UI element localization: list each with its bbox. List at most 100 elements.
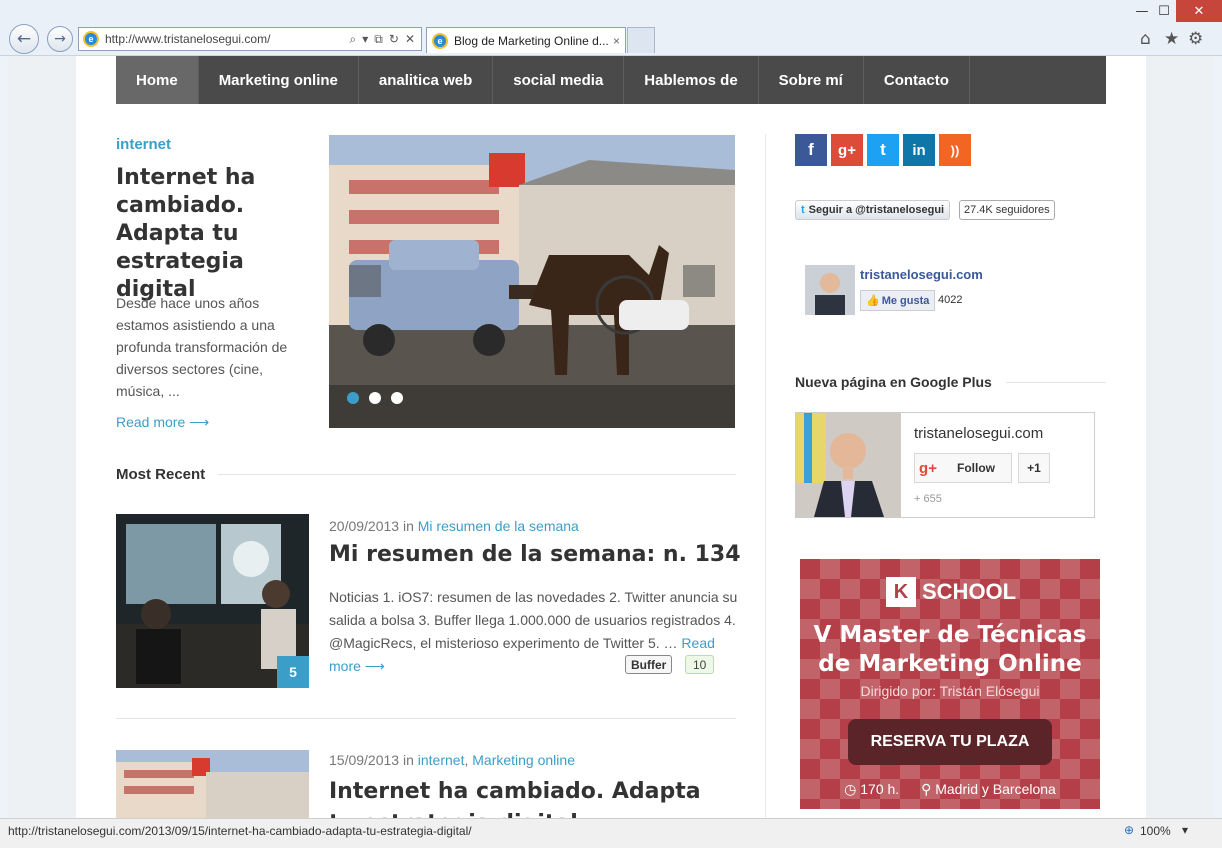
buffer-count: 10 (685, 655, 715, 674)
zoom-dropdown-icon[interactable]: ▾ (1182, 823, 1188, 837)
slider-dot-2[interactable] (369, 392, 381, 404)
post-category-link-2[interactable]: Marketing online (472, 752, 575, 768)
fb-like-button[interactable]: 👍 Me gusta (860, 290, 936, 311)
location-pin-icon: ⚲ (921, 781, 932, 797)
post-category-link[interactable]: internet (418, 752, 465, 768)
zoom-level[interactable]: 100% (1140, 824, 1171, 838)
post-excerpt: Noticias 1. iOS7: resumen de las novedad… (329, 586, 739, 678)
page-content: Home Marketing online analitica web soci… (76, 56, 1146, 818)
tab-favicon-icon: e (432, 32, 448, 49)
post-title[interactable]: Internet ha cambiado. Adapta tu estrateg… (329, 776, 729, 818)
googleplus-icon[interactable]: g+ (831, 134, 863, 166)
most-recent-heading: Most Recent (116, 466, 206, 483)
nav-sobre-mi[interactable]: Sobre mí (759, 56, 864, 104)
post-thumbnail[interactable] (116, 750, 309, 818)
thumbs-up-icon: 👍 (866, 295, 880, 307)
featured-excerpt: Desde hace unos años estamos asistiendo … (116, 295, 288, 399)
gplus-logo-icon: g+ (919, 459, 937, 477)
maximize-button[interactable]: ☐ (1152, 0, 1176, 22)
gplus-badge: tristanelosegui.com g+ Follow +1 + 655 (795, 412, 1095, 518)
slider-prev-button[interactable] (349, 265, 381, 297)
gplus-plusone-button[interactable]: +1 (1018, 453, 1050, 483)
search-icon[interactable]: ⌕ (350, 32, 357, 47)
minimize-button[interactable]: — (1130, 0, 1154, 22)
minimize-icon: — (1135, 3, 1149, 19)
facebook-icon[interactable]: f (795, 134, 827, 166)
home-icon[interactable]: ⌂ (1140, 29, 1151, 49)
post-date: 20/09/2013 (329, 518, 400, 534)
comment-count-badge[interactable]: 5 (277, 656, 309, 688)
buffer-share-button[interactable]: Buffer (625, 655, 673, 674)
kschool-k-icon: K (886, 577, 916, 607)
close-icon: ✕ (1193, 3, 1205, 19)
gplus-photo-image (796, 413, 901, 517)
post-title[interactable]: Mi resumen de la semana: n. 134 (329, 542, 741, 567)
twitter-follow-label: Seguir a @tristanelosegui (808, 204, 945, 216)
ad-title-line1: V Master de Técnicas (813, 622, 1087, 648)
gplus-heading-line (1006, 382, 1106, 383)
browser-chrome: ← → e http://www.tristanelosegui.com/ ⌕ … (0, 0, 1222, 56)
ad-reserve-button[interactable]: RESERVA TU PLAZA (848, 719, 1052, 765)
post-excerpt-text: Noticias 1. iOS7: resumen de las novedad… (329, 589, 738, 651)
ad-location: Madrid y Barcelona (935, 781, 1056, 797)
nav-marketing-online[interactable]: Marketing online (199, 56, 359, 104)
zoom-icon[interactable]: ⊕ (1124, 823, 1134, 837)
twitter-icon[interactable]: t (867, 134, 899, 166)
twitter-follower-count: 27.4K seguidores (959, 200, 1055, 220)
nav-social-media[interactable]: social media (493, 56, 625, 104)
address-close-icon[interactable]: ✕ (405, 32, 415, 47)
main-navigation: Home Marketing online analitica web soci… (116, 56, 1106, 104)
featured-category-link[interactable]: internet (116, 136, 171, 153)
slider-dot-3[interactable] (391, 392, 403, 404)
address-url[interactable]: http://www.tristanelosegui.com/ (105, 32, 350, 46)
gplus-follow-button[interactable]: g+ Follow (914, 453, 1012, 483)
new-tab-button[interactable] (627, 27, 655, 53)
post-meta: 20/09/2013 in Mi resumen de la semana (329, 518, 579, 534)
slider-photo (329, 135, 735, 428)
refresh-icon[interactable]: ↻ (389, 32, 399, 47)
ad-title: V Master de Técnicas de Marketing Online (800, 621, 1100, 679)
featured-read-more-link[interactable]: Read more ⟶ (116, 414, 209, 431)
kschool-ad-banner[interactable]: K SCHOOL V Master de Técnicas de Marketi… (800, 559, 1100, 809)
forward-button[interactable]: → (47, 26, 73, 52)
ad-footer: ◷ 170 h. ⚲ Madrid y Barcelona (800, 781, 1100, 798)
back-button[interactable]: ← (9, 24, 39, 54)
nav-contacto[interactable]: Contacto (864, 56, 970, 104)
kschool-logo: K SCHOOL (886, 577, 1016, 607)
sidebar-divider (765, 134, 766, 818)
post-category-link[interactable]: Mi resumen de la semana (418, 518, 579, 534)
compatibility-view-icon[interactable]: ⧉ (374, 32, 383, 47)
nav-hablemos-de[interactable]: Hablemos de (624, 56, 759, 104)
tab-close-icon[interactable]: × (613, 34, 620, 48)
ie-logo-icon: e (83, 31, 99, 47)
featured-title[interactable]: Internet ha cambiado. Adapta tu estrateg… (116, 164, 316, 304)
fb-page-avatar[interactable] (805, 265, 855, 315)
gplus-follower-count: + 655 (914, 493, 942, 505)
gplus-photo[interactable] (796, 413, 901, 517)
twitter-follow-button[interactable]: t Seguir a @tristanelosegui (795, 200, 951, 220)
featured-slider[interactable] (329, 135, 735, 428)
close-window-button[interactable]: ✕ (1176, 0, 1222, 22)
status-url: http://tristanelosegui.com/2013/09/15/in… (8, 824, 472, 838)
slider-next-button[interactable] (683, 265, 715, 297)
fb-like-label: Me gusta (881, 294, 930, 307)
linkedin-icon[interactable]: in (903, 134, 935, 166)
back-arrow-icon: ← (16, 29, 32, 49)
nav-home[interactable]: Home (116, 56, 199, 104)
buffer-label: Buffer (631, 657, 667, 672)
nav-analitica-web[interactable]: analitica web (359, 56, 494, 104)
tools-gear-icon[interactable]: ⚙ (1188, 29, 1203, 49)
post-in-label: in (402, 518, 414, 534)
ad-title-line2: de Marketing Online (818, 651, 1082, 677)
slider-dot-1[interactable] (347, 392, 359, 404)
post-in-label: in (402, 752, 414, 768)
address-bar[interactable]: e http://www.tristanelosegui.com/ ⌕ ▾ ⧉ … (78, 27, 422, 51)
fb-page-name[interactable]: tristanelosegui.com (860, 267, 983, 282)
gplus-page-name[interactable]: tristanelosegui.com (914, 425, 1043, 442)
rss-icon[interactable]: )) (939, 134, 971, 166)
dropdown-icon[interactable]: ▾ (362, 32, 368, 47)
clock-icon: ◷ (844, 781, 857, 797)
status-bar: http://tristanelosegui.com/2013/09/15/in… (0, 818, 1222, 848)
browser-tab[interactable]: e Blog de Marketing Online d... × (426, 27, 626, 53)
favorites-star-icon[interactable]: ★ (1164, 29, 1179, 49)
